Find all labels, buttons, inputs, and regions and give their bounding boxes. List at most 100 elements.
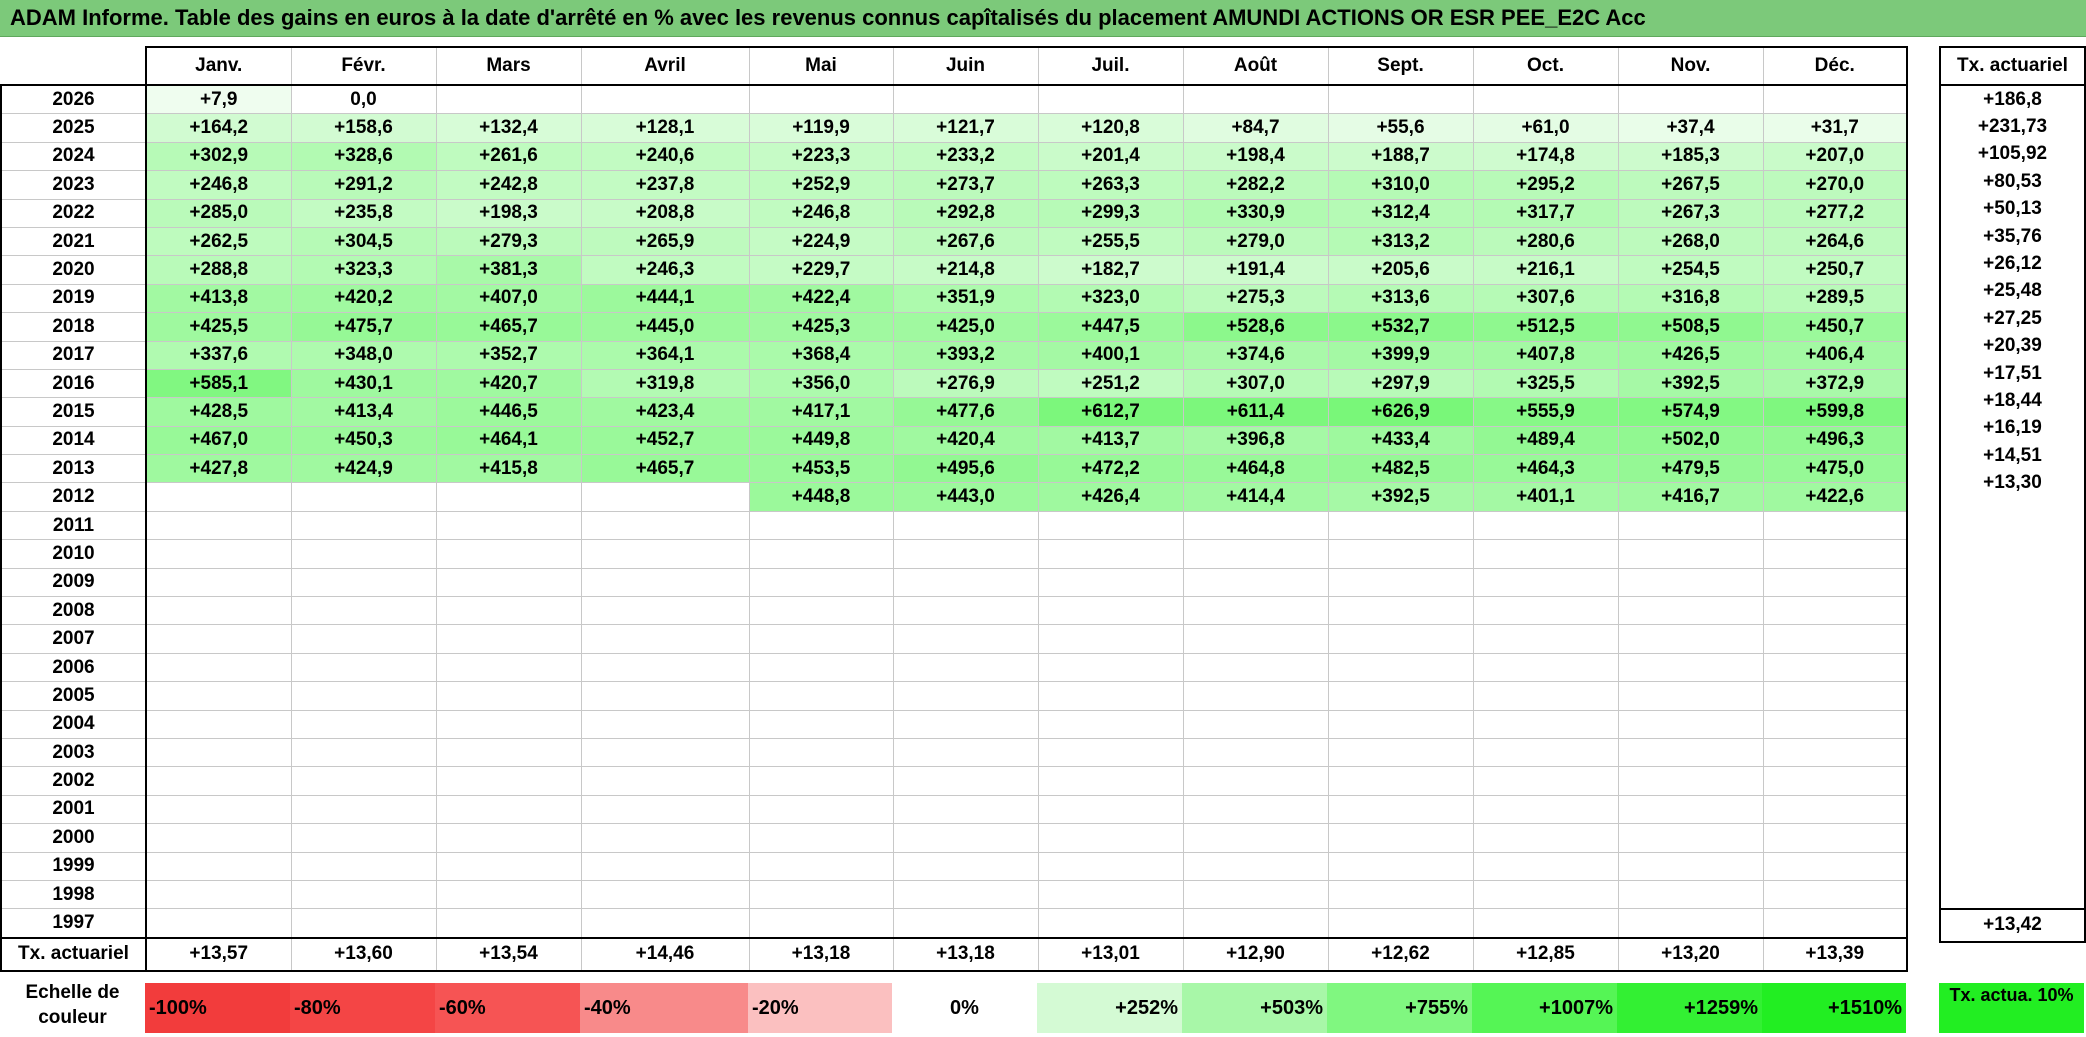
gain-cell: +297,9 [1327, 368, 1474, 399]
gain-cell: +425,3 [748, 312, 894, 342]
gains-table: Janv. Févr. Mars Avril Mai Juin Juil. Août Sept.… [0, 46, 1908, 972]
gain-cell [892, 681, 1039, 711]
gain-cell: +374,6 [1182, 340, 1329, 370]
table-row: 2025 +164,2 +158,6 +132,4 +128,1 +119,9 +121,7… [0, 113, 1908, 143]
table-row: 2003 [0, 737, 1908, 768]
gain-cell: +445,0 [580, 312, 750, 342]
year-label: 2016 [0, 368, 147, 399]
gain-cell: +450,3 [290, 425, 437, 456]
gain-cell: +528,6 [1182, 312, 1329, 342]
color-scale-swatch: -80% [290, 983, 435, 1033]
color-scale-swatch: +1259% [1617, 983, 1762, 1033]
gain-cell [580, 567, 750, 598]
gain-cell [1617, 539, 1764, 569]
gain-cell: +316,8 [1617, 283, 1764, 314]
gain-cell: +413,7 [1037, 425, 1184, 456]
gain-cell: +37,4 [1617, 113, 1764, 143]
gain-cell [1037, 510, 1184, 541]
actuarial-rate-cell: +27,25 [1939, 305, 2086, 333]
year-label: 2005 [0, 681, 147, 711]
gain-cell: +351,9 [892, 283, 1039, 314]
gain-cell [1037, 823, 1184, 853]
gain-cell [435, 879, 582, 910]
gain-cell [435, 766, 582, 796]
gain-cell: +188,7 [1327, 141, 1474, 172]
gain-cell [1327, 823, 1474, 853]
gain-cell: +465,7 [435, 312, 582, 342]
gain-cell [435, 794, 582, 825]
gain-cell: +235,8 [290, 198, 437, 228]
gain-cell [290, 766, 437, 796]
gain-cell [892, 794, 1039, 825]
gain-cell [892, 766, 1039, 796]
gain-cell [1037, 737, 1184, 768]
table-row: 2009 [0, 567, 1908, 598]
gain-cell [1182, 908, 1329, 939]
gain-cell: +482,5 [1327, 454, 1474, 484]
year-label: 2018 [0, 312, 147, 342]
color-scale-swatch: -60% [435, 983, 580, 1033]
actuarial-rate-cell [1939, 715, 2086, 744]
gain-cell: +612,7 [1037, 397, 1184, 427]
footer-rate-cell: +13,60 [290, 936, 437, 972]
gain-cell [1327, 851, 1474, 881]
gain-cell [435, 652, 582, 683]
gain-cell [290, 624, 437, 654]
gain-cell [145, 596, 292, 626]
gain-cell: +158,6 [290, 113, 437, 143]
gain-cell: +254,5 [1617, 255, 1764, 285]
gain-cell [290, 652, 437, 683]
footer-rate-cell: +13,54 [435, 936, 582, 972]
gain-cell: +276,9 [892, 368, 1039, 399]
gain-cell [290, 709, 437, 739]
gain-cell [892, 652, 1039, 683]
gain-cell: +304,5 [290, 226, 437, 257]
table-row: 2023 +246,8 +291,2 +242,8 +237,8 +252,9 +273,7… [0, 170, 1908, 200]
gain-cell [1327, 908, 1474, 939]
gain-cell: +174,8 [1472, 141, 1619, 172]
color-scale-swatch: +503% [1182, 983, 1327, 1033]
gain-cell: +443,0 [892, 482, 1039, 512]
gain-cell [1617, 794, 1764, 825]
gain-cell: +242,8 [435, 170, 582, 200]
gain-cell: +31,7 [1762, 113, 1908, 143]
gain-cell: +372,9 [1762, 368, 1908, 399]
gain-cell [1182, 879, 1329, 910]
table-row: 2026 +7,9 0,0 [0, 84, 1908, 115]
table-row: 2004 [0, 709, 1908, 739]
actuarial-rate-cell: +35,76 [1939, 222, 2086, 251]
gain-cell [1762, 709, 1908, 739]
gain-cell [892, 510, 1039, 541]
gain-cell [892, 879, 1039, 910]
gain-cell [1182, 681, 1329, 711]
gain-cell [748, 766, 894, 796]
table-row: 2013 +427,8 +424,9 +415,8 +465,7 +453,5 +495,6… [0, 454, 1908, 484]
table-row: 2017 +337,6 +348,0 +352,7 +364,1 +368,4 +393,2… [0, 340, 1908, 370]
month-header: Nov. [1617, 46, 1764, 86]
actuarial-rate-cell: +17,51 [1939, 359, 2086, 388]
gain-cell: +401,1 [1472, 482, 1619, 512]
gain-cell [1182, 567, 1329, 598]
gain-cell [1472, 596, 1619, 626]
gain-cell [748, 908, 894, 939]
footer-rate-cell: +13,39 [1762, 936, 1908, 972]
year-label: 2003 [0, 737, 147, 768]
year-label: 2019 [0, 283, 147, 314]
gain-cell [1472, 879, 1619, 910]
footer-rate-cell: +12,62 [1327, 936, 1474, 972]
gain-cell [1617, 652, 1764, 683]
gain-cell: +205,6 [1327, 255, 1474, 285]
gain-cell: +208,8 [580, 198, 750, 228]
gain-cell [580, 709, 750, 739]
gain-cell [1762, 624, 1908, 654]
year-label: 2017 [0, 340, 147, 370]
gain-cell: +263,3 [1037, 170, 1184, 200]
gain-cell: +119,9 [748, 113, 894, 143]
gain-cell: +207,0 [1762, 141, 1908, 172]
gain-cell [1617, 737, 1764, 768]
corner-cell [1, 47, 147, 86]
gain-cell [1037, 794, 1184, 825]
gain-cell: +495,6 [892, 454, 1039, 484]
gain-cell [1762, 851, 1908, 881]
gain-cell: +229,7 [748, 255, 894, 285]
